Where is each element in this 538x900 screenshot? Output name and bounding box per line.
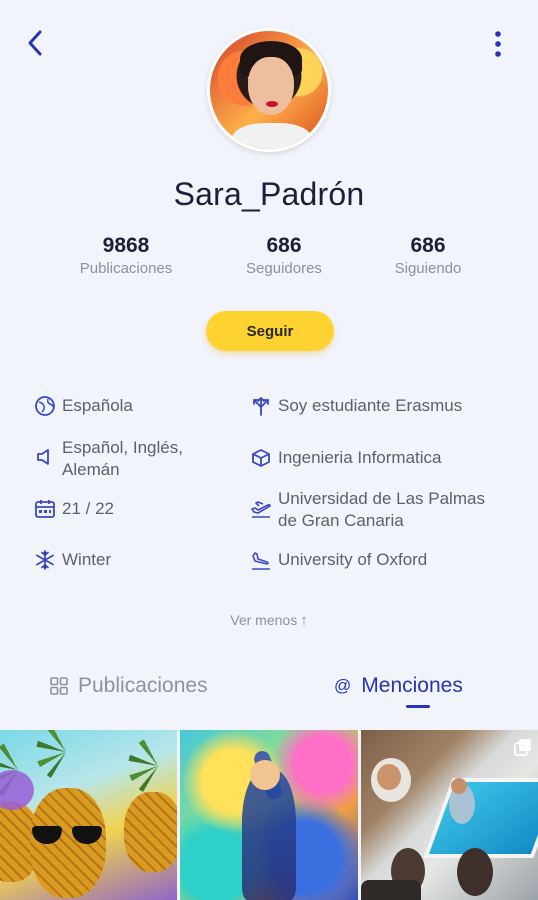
info-text: Español, Inglés, Alemán	[62, 438, 183, 479]
info-text: Española	[62, 396, 133, 415]
stat-label: Publicaciones	[79, 260, 173, 277]
see-less-link[interactable]: Ver menos ↑	[0, 612, 538, 629]
post-thumbnail[interactable]	[360, 730, 538, 900]
post-thumbnail[interactable]	[180, 730, 358, 900]
grid-icon	[50, 677, 68, 695]
calendar-icon	[34, 498, 56, 520]
profile-username: Sara_Padrón	[173, 176, 365, 212]
info-status: Soy estudiante Erasmus	[250, 395, 462, 417]
arrows-split-icon	[250, 395, 272, 417]
stat-value: 686	[266, 234, 302, 257]
more-options-button[interactable]	[488, 28, 508, 60]
post-thumbnail[interactable]	[0, 730, 178, 900]
info-host-university: University of Oxford	[250, 549, 427, 571]
stat-label: Siguiendo	[394, 260, 462, 277]
info-nationality: Española	[34, 395, 133, 417]
stat-value: 9868	[102, 234, 150, 257]
tab-publications[interactable]: Publicaciones	[50, 674, 208, 698]
info-period: 21 / 22	[34, 498, 114, 520]
profile-avatar[interactable]	[207, 28, 331, 152]
info-season: Winter	[34, 549, 111, 571]
stat-publications[interactable]: 9868 Publicaciones	[56, 234, 196, 277]
profile-stats: 9868 Publicaciones 686 Seguidores 686 Si…	[0, 234, 538, 284]
profile-screen: Sara_Padrón 9868 Publicaciones 686 Segui…	[0, 0, 538, 900]
at-icon: @	[334, 676, 352, 695]
arrow-up-icon: ↑	[300, 612, 308, 629]
stat-following[interactable]: 686 Siguiendo	[358, 234, 498, 277]
active-tab-indicator	[406, 705, 430, 708]
info-text: Winter	[62, 550, 112, 569]
follow-button[interactable]: Seguir	[206, 311, 334, 351]
info-languages: Español, Inglés, Alemán	[34, 437, 202, 481]
box-icon	[250, 447, 272, 469]
stat-value: 686	[410, 234, 446, 257]
posts-grid	[0, 730, 538, 900]
plane-departure-icon	[250, 497, 272, 519]
tab-label: Menciones	[361, 674, 463, 697]
speaker-icon	[34, 446, 56, 468]
back-button[interactable]	[20, 28, 50, 58]
profile-tabs: Publicaciones @ Menciones	[0, 664, 538, 714]
info-text: Ingenieria Informatica	[278, 448, 442, 467]
info-text: 21 / 22	[62, 499, 114, 518]
info-text: University of Oxford	[278, 550, 428, 569]
see-less-label: Ver menos	[230, 612, 298, 628]
snowflake-icon	[34, 549, 56, 571]
stat-label: Seguidores	[246, 260, 322, 277]
plane-arrival-icon	[250, 549, 272, 571]
tab-mentions[interactable]: @ Menciones	[334, 674, 463, 698]
multiple-images-icon	[514, 739, 531, 756]
tab-label: Publicaciones	[78, 674, 208, 697]
stat-followers[interactable]: 686 Seguidores	[214, 234, 354, 277]
kebab-menu-icon	[495, 31, 501, 57]
info-degree: Ingenieria Informatica	[250, 447, 441, 469]
info-text: Universidad de Las Palmas de Gran Canari…	[278, 489, 485, 530]
chevron-left-icon	[28, 30, 42, 56]
info-text: Soy estudiante Erasmus	[278, 396, 463, 415]
globe-icon	[34, 395, 56, 417]
info-home-university: Universidad de Las Palmas de Gran Canari…	[250, 488, 508, 532]
